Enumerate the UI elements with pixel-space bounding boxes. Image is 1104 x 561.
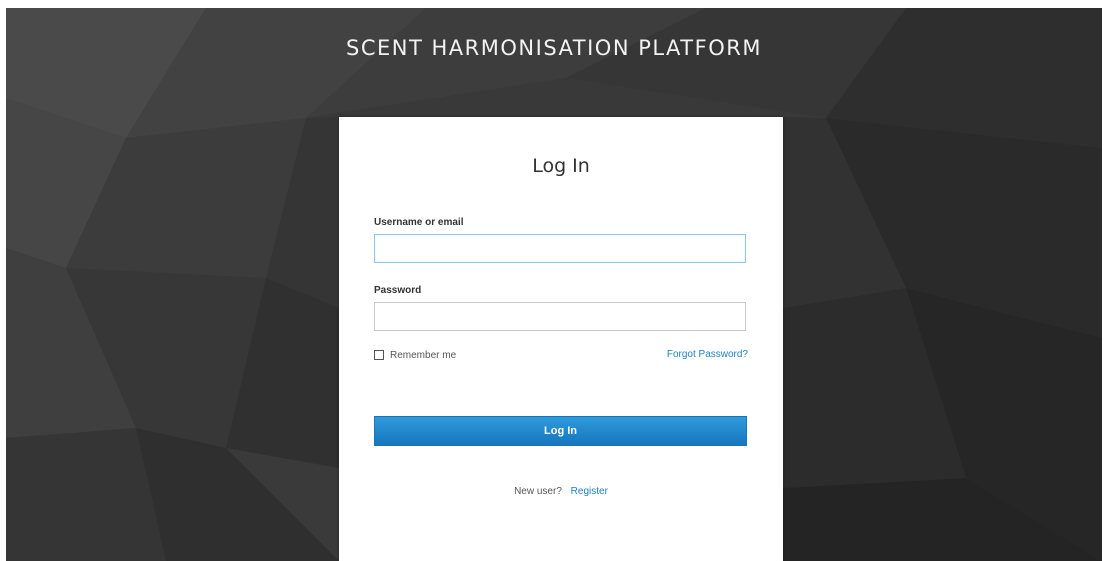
platform-title: SCENT HARMONISATION PLATFORM xyxy=(346,36,762,60)
page-background: SCENT HARMONISATION PLATFORM Log In User… xyxy=(6,8,1102,561)
remember-me-label: Remember me xyxy=(390,349,457,361)
username-label: Username or email xyxy=(374,217,464,228)
remember-me-checkbox[interactable] xyxy=(374,350,384,360)
forgot-password-link[interactable]: Forgot Password? xyxy=(667,349,748,360)
login-title: Log In xyxy=(532,155,590,177)
remember-me-row[interactable]: Remember me xyxy=(374,348,456,362)
new-user-text: New user? xyxy=(514,486,562,497)
login-button[interactable]: Log In xyxy=(374,416,747,446)
login-card: Log In Username or email Password Rememb… xyxy=(339,117,783,561)
register-link[interactable]: Register xyxy=(571,486,608,497)
register-row: New user? Register xyxy=(339,486,783,497)
username-input[interactable] xyxy=(374,234,746,263)
password-input[interactable] xyxy=(374,302,746,331)
password-label: Password xyxy=(374,285,422,296)
